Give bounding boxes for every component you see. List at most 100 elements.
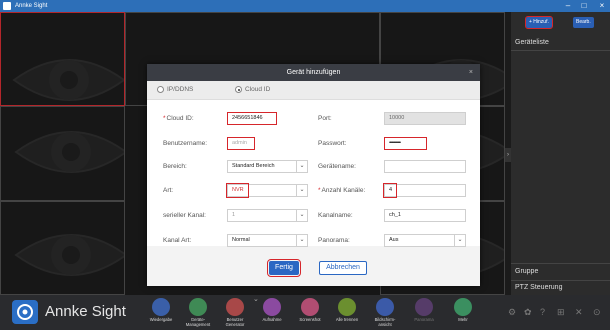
username-input[interactable]: admin <box>227 137 255 150</box>
channel-count-highlight <box>383 183 397 198</box>
panorama-button[interactable]: Panorama <box>406 298 442 323</box>
divider <box>511 263 610 264</box>
channel-type-select[interactable]: Normal ⌄ <box>227 234 308 247</box>
tool-label: Aufnahme <box>262 317 282 322</box>
tool-label: Screenshot <box>299 317 321 322</box>
mode-selector: IP/DDNS Cloud ID <box>147 81 480 100</box>
video-cell[interactable] <box>0 201 125 295</box>
chevron-down-icon: ⌄ <box>296 235 307 246</box>
chevron-down-icon: ⌄ <box>296 185 307 196</box>
chevron-down-icon: ⌄ <box>454 235 465 246</box>
chevron-down-icon: ⌄ <box>296 210 307 221</box>
divider <box>511 280 610 281</box>
recording-button[interactable]: Aufnahme <box>254 298 290 323</box>
type-label: Art: <box>163 187 174 194</box>
more-button[interactable]: Mehr <box>445 298 481 323</box>
mode-cloud-id[interactable]: Cloud ID <box>235 86 270 93</box>
add-device-dialog: Gerät hinzufügen × IP/DDNS Cloud ID *Clo… <box>147 64 480 286</box>
panel-actions: + Hinzuf. Bearb. <box>511 16 610 31</box>
area-select[interactable]: Standard Bereich ⌄ <box>227 160 308 173</box>
lock-icon[interactable]: ✿ <box>524 307 532 318</box>
channel-count-label: *Anzahl Kanäle: <box>318 187 366 194</box>
dialog-body: IP/DDNS Cloud ID *Cloud ID: 2456651846 P… <box>147 81 480 286</box>
eye-icon <box>12 59 124 101</box>
mode-label: Cloud ID <box>245 86 271 93</box>
username-label: Benutzername: <box>163 140 208 147</box>
disconnect-all-icon <box>338 298 356 316</box>
radio-icon <box>157 86 164 93</box>
group-title[interactable]: Gruppe <box>511 268 610 275</box>
tool-label: Wiedergabe <box>149 317 173 322</box>
eye-icon <box>14 131 124 173</box>
video-cell[interactable] <box>0 106 125 201</box>
cloud-id-label: *Cloud ID: <box>163 115 194 122</box>
screenshot-icon <box>301 298 319 316</box>
tool-label: Benutzer Generator <box>225 317 245 327</box>
recording-icon <box>263 298 281 316</box>
device-management-icon <box>189 298 207 316</box>
disconnect-all-button[interactable]: Alle trennen <box>329 298 365 323</box>
panorama-value: Aus <box>389 237 399 243</box>
password-input[interactable]: •••••••••••• <box>384 137 427 150</box>
maximize-icon[interactable]: □ <box>576 0 592 12</box>
cancel-button[interactable]: Abbrechen <box>319 261 367 275</box>
edit-device-button[interactable]: Bearb. <box>573 17 594 28</box>
cloud-id-input[interactable]: 2456651846 <box>227 112 277 125</box>
right-panel: + Hinzuf. Bearb. Geräteliste Gruppe PTZ … <box>511 12 610 295</box>
panorama-select[interactable]: Aus ⌄ <box>384 234 466 247</box>
radio-selected-icon <box>235 86 242 93</box>
eye-icon <box>14 234 124 276</box>
port-input[interactable]: 10000 <box>384 112 466 125</box>
area-value: Standard Bereich <box>232 163 275 169</box>
window-title: Annke Sight <box>15 3 48 9</box>
screen-view-button[interactable]: Bildschirm- ansicht <box>367 298 403 327</box>
channel-type-label: Kanal Art: <box>163 237 192 244</box>
type-highlight <box>226 183 249 198</box>
close-icon[interactable]: × <box>469 64 473 81</box>
title-bar: Annke Sight – □ × <box>0 0 610 12</box>
minimize-icon[interactable]: – <box>560 0 576 12</box>
tool-label: Panorama <box>414 317 434 322</box>
bottom-toolbar: Annke Sight Wiedergabe Geräte- Managemen… <box>0 295 610 330</box>
grid-icon[interactable]: ⊞ <box>557 307 565 318</box>
logo-icon <box>12 300 38 324</box>
channel-name-input[interactable]: ch_1 <box>384 209 466 222</box>
user-generator-icon <box>226 298 244 316</box>
tool-label: Bildschirm- ansicht <box>374 317 396 327</box>
add-device-button[interactable]: + Hinzuf. <box>525 16 553 29</box>
playback-button[interactable]: Wiedergabe <box>143 298 179 323</box>
brand-name: Annke Sight <box>45 303 126 320</box>
serial-channel-select[interactable]: 1 ⌄ <box>227 209 308 222</box>
chevron-down-icon[interactable]: ⌄ <box>253 295 259 303</box>
channel-name-label: Kanalname: <box>318 212 353 219</box>
ptz-title[interactable]: PTZ Steuerung <box>511 284 610 291</box>
device-list-title[interactable]: Geräteliste <box>511 39 610 46</box>
confirm-button[interactable]: Fertig <box>267 259 301 277</box>
divider <box>511 50 610 51</box>
more-icon <box>454 298 472 316</box>
panorama-label: Panorama: <box>318 237 350 244</box>
app-window: Annke Sight – □ × › + Hinzuf. Bearb. Ger… <box>0 0 610 330</box>
device-name-label: Gerätename: <box>318 163 356 170</box>
dialog-header: Gerät hinzufügen × <box>147 64 480 81</box>
settings-icon[interactable]: ⚙ <box>508 307 516 318</box>
device-management-button[interactable]: Geräte- Management <box>180 298 216 327</box>
screenshot-button[interactable]: Screenshot <box>292 298 328 323</box>
mode-ip-ddns[interactable]: IP/DDNS <box>157 86 193 93</box>
mode-label: IP/DDNS <box>167 86 194 93</box>
user-generator-button[interactable]: Benutzer Generator <box>217 298 253 327</box>
tool-label: Geräte- Management <box>185 317 211 327</box>
serial-channel-value: 1 <box>232 212 236 218</box>
tool-label: Mehr <box>458 317 468 322</box>
panorama-icon <box>415 298 433 316</box>
serial-channel-label: serieller Kanal: <box>163 212 206 219</box>
dialog-title: Gerät hinzufügen <box>286 69 341 76</box>
more-tray-icon[interactable]: ⊙ <box>593 307 601 318</box>
screen-view-icon <box>376 298 394 316</box>
chevron-down-icon: ⌄ <box>296 161 307 172</box>
help-icon[interactable]: ? <box>540 307 545 317</box>
device-name-input[interactable] <box>384 160 466 173</box>
fullscreen-icon[interactable]: ✕ <box>575 307 583 318</box>
close-icon[interactable]: × <box>594 0 610 12</box>
video-cell[interactable] <box>0 12 125 106</box>
